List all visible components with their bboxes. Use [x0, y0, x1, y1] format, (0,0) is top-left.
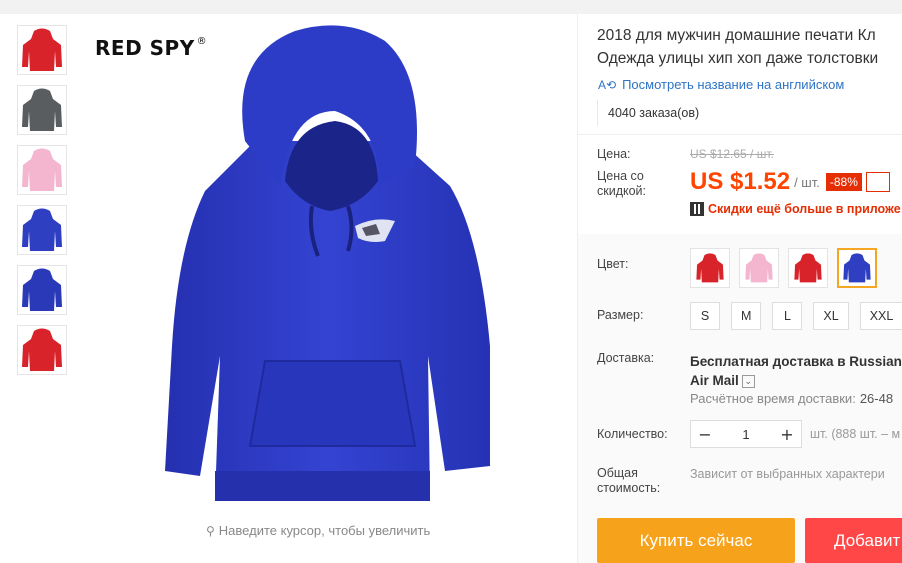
coupon-badge: [865, 172, 890, 192]
old-price: US $12.65 / шт.: [690, 147, 774, 161]
quantity-value[interactable]: 1: [742, 427, 749, 442]
current-price: US $1.52/ шт. -88%: [690, 168, 890, 196]
quantity-stepper: − 1 +: [690, 420, 802, 448]
increase-button[interactable]: +: [773, 421, 801, 447]
color-label: Цвет:: [597, 257, 629, 271]
shipping-label: Доставка:: [597, 351, 655, 365]
product-page: RED SPY ® ⚲ Наведите курсор, чтобы увеличи…: [0, 0, 902, 563]
color-swatch-red[interactable]: [690, 248, 730, 288]
discount-price-label: Цена со скидкой:: [597, 169, 647, 198]
product-info-panel: 2018 для мужчин домашние печати Кл Одежд…: [578, 14, 902, 563]
chevron-down-icon[interactable]: ⌄: [741, 374, 755, 388]
product-title: 2018 для мужчин домашние печати Кл Одежд…: [597, 27, 879, 67]
thumbnail-blue-2[interactable]: [17, 265, 67, 315]
zoom-hint: ⚲ Наведите курсор, чтобы увеличить: [206, 523, 431, 538]
size-option[interactable]: XL: [813, 302, 849, 330]
hoodie-icon: [22, 88, 62, 131]
quantity-label: Количество:: [597, 427, 668, 441]
thumbnail-list: [17, 25, 68, 385]
product-image[interactable]: [80, 16, 570, 516]
size-option[interactable]: L: [772, 302, 803, 330]
translate-link[interactable]: A⟲ Посмотреть название на английском: [598, 77, 844, 92]
hoodie-icon: [22, 328, 62, 371]
shipping-method[interactable]: Бесплатная доставка в Russian Air Mail ⌄: [690, 352, 902, 390]
decrease-button[interactable]: −: [691, 421, 719, 447]
add-to-cart-button[interactable]: Добавит: [805, 518, 902, 563]
total-note: Зависит от выбранных характери: [690, 467, 885, 481]
app-promo[interactable]: Скидки ещё больше в приложе: [690, 202, 901, 216]
qr-code-icon: [690, 202, 704, 216]
search-icon: ⚲: [206, 523, 215, 538]
price-label: Цена:: [597, 147, 631, 161]
size-option[interactable]: M: [731, 302, 762, 330]
hoodie-icon: [22, 28, 62, 71]
hoodie-icon: [696, 253, 724, 283]
hoodie-icon: [22, 148, 62, 191]
thumbnail-red-2[interactable]: [17, 325, 67, 375]
color-swatch-pink[interactable]: [739, 248, 779, 288]
thumbnail-pink[interactable]: [17, 145, 67, 195]
color-swatch-red-2[interactable]: [788, 248, 828, 288]
hoodie-icon: [22, 268, 62, 311]
translate-icon: A⟲: [598, 77, 617, 92]
brand-logo: RED SPY ®: [95, 36, 208, 60]
color-swatches: [690, 248, 877, 288]
orders-count: 4040 заказа(ов): [597, 100, 699, 126]
size-label: Размер:: [597, 308, 644, 322]
discount-badge: -88%: [825, 173, 862, 191]
hoodie-icon: [843, 253, 871, 283]
size-option[interactable]: S: [690, 302, 720, 330]
thumbnail-blue[interactable]: [17, 205, 67, 255]
hoodie-icon: [22, 208, 62, 251]
buy-now-button[interactable]: Купить сейчас: [597, 518, 795, 563]
divider: [578, 134, 902, 135]
total-label: Общая стоимость:: [597, 466, 661, 495]
size-options: S M L XL XXL: [690, 302, 902, 330]
delivery-time: Расчётное время доставки: 26-48: [690, 391, 894, 406]
thumbnail-gray[interactable]: [17, 85, 67, 135]
size-option[interactable]: XXL: [859, 302, 902, 330]
stock-note: шт. (888 шт. – м: [810, 427, 901, 441]
top-bar: [0, 0, 902, 14]
thumbnail-red[interactable]: [17, 25, 67, 75]
hoodie-icon: [745, 253, 773, 283]
hoodie-icon: [794, 253, 822, 283]
color-swatch-blue-selected[interactable]: [837, 248, 877, 288]
